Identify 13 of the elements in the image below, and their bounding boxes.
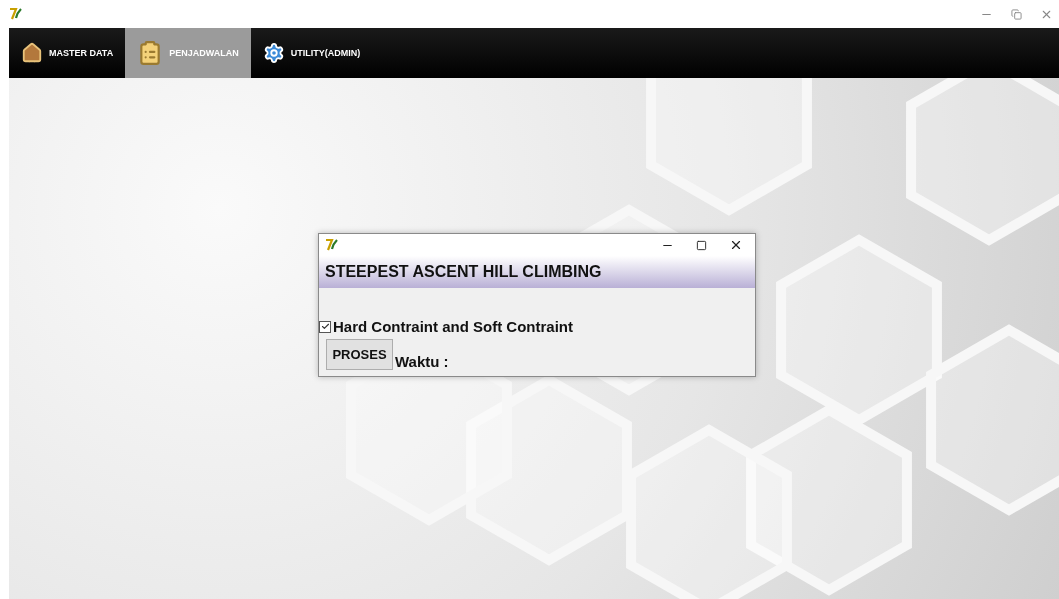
checkbox-label: Hard Contraint and Soft Contraint	[333, 318, 573, 335]
dialog-heading: STEEPEST ASCENT HILL CLIMBING	[319, 256, 755, 288]
house-icon	[21, 42, 43, 64]
close-icon[interactable]	[729, 238, 743, 252]
process-button[interactable]: PROSES	[326, 339, 393, 370]
app-logo-icon	[325, 239, 338, 251]
menu-tab[interactable]: MASTER DATA	[9, 28, 126, 78]
maximize-icon[interactable]	[696, 239, 707, 251]
checkbox[interactable]	[319, 320, 331, 333]
menu-tab[interactable]: UTILITY(ADMIN)	[250, 28, 373, 78]
time-label: Waktu :	[395, 353, 449, 370]
gear-icon	[262, 42, 285, 64]
app-logo-icon	[9, 8, 22, 20]
